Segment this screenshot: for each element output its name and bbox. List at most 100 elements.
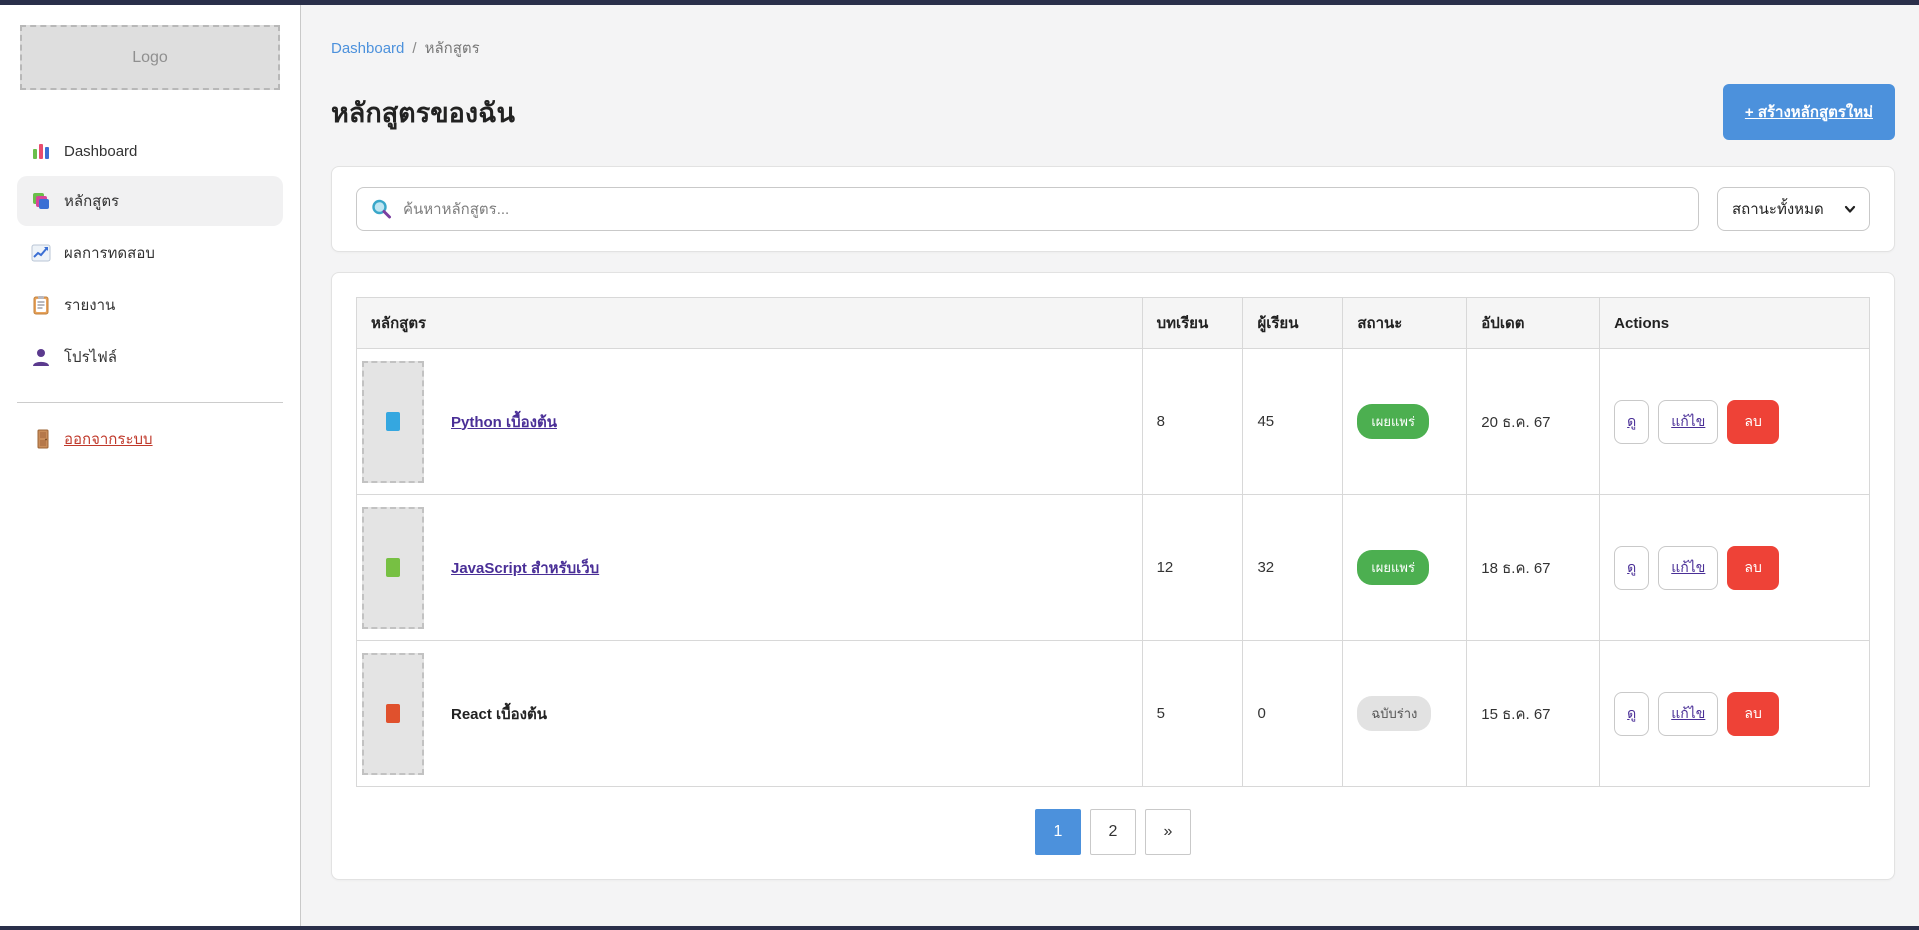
students-count: 45 bbox=[1243, 349, 1343, 495]
course-title[interactable]: Python เบื้องต้น bbox=[451, 410, 557, 434]
view-button[interactable]: ดู bbox=[1614, 692, 1649, 736]
course-cell: React เบื้องต้น bbox=[357, 641, 1143, 787]
column-header-actions: Actions bbox=[1600, 298, 1870, 349]
app-layout: Logo Dashboard หลักสูตร ผลการทดสอบ bbox=[0, 5, 1919, 926]
status-badge: เผยแพร่ bbox=[1357, 550, 1429, 585]
sidebar-item-courses[interactable]: หลักสูตร bbox=[17, 176, 283, 226]
actions-cell: ดู แก้ไข ลบ bbox=[1600, 495, 1870, 641]
sidebar-item-label: รายงาน bbox=[64, 293, 115, 317]
column-header-status: สถานะ bbox=[1343, 298, 1467, 349]
search-input[interactable] bbox=[356, 187, 1699, 231]
books-icon bbox=[31, 191, 51, 211]
course-color-square-icon bbox=[386, 412, 400, 431]
clipboard-icon bbox=[31, 295, 51, 315]
search-wrap bbox=[356, 187, 1699, 231]
column-header-lessons: บทเรียน bbox=[1142, 298, 1243, 349]
status-cell: เผยแพร่ bbox=[1343, 495, 1467, 641]
updated-date: 20 ธ.ค. 67 bbox=[1467, 349, 1600, 495]
door-icon bbox=[34, 429, 52, 449]
breadcrumb-dashboard-link[interactable]: Dashboard bbox=[331, 40, 404, 57]
status-cell: ฉบับร่าง bbox=[1343, 641, 1467, 787]
sidebar-item-dashboard[interactable]: Dashboard bbox=[17, 128, 283, 174]
sidebar-item-label: หลักสูตร bbox=[64, 189, 119, 213]
chevron-down-icon bbox=[1843, 202, 1857, 216]
chart-up-icon bbox=[31, 243, 51, 263]
sidebar: Logo Dashboard หลักสูตร ผลการทดสอบ bbox=[0, 5, 301, 926]
lessons-count: 5 bbox=[1142, 641, 1243, 787]
status-badge: ฉบับร่าง bbox=[1357, 696, 1431, 731]
sidebar-menu: Dashboard หลักสูตร ผลการทดสอบ รายงาน bbox=[20, 128, 280, 382]
status-badge: เผยแพร่ bbox=[1357, 404, 1429, 439]
status-filter-select[interactable]: สถานะทั้งหมด bbox=[1717, 187, 1870, 231]
edit-button[interactable]: แก้ไข bbox=[1658, 546, 1718, 590]
filter-bar: สถานะทั้งหมด bbox=[331, 166, 1895, 252]
lessons-count: 12 bbox=[1142, 495, 1243, 641]
course-cell: JavaScript สำหรับเว็บ bbox=[357, 495, 1143, 641]
course-table-card: หลักสูตร บทเรียน ผู้เรียน สถานะ อัปเดต A… bbox=[331, 272, 1895, 880]
edit-button-label: แก้ไข bbox=[1671, 559, 1705, 575]
breadcrumb-current: หลักสูตร bbox=[425, 40, 480, 57]
main-content: Dashboard / หลักสูตร หลักสูตรของฉัน + สร้า… bbox=[301, 5, 1919, 926]
person-icon bbox=[31, 347, 51, 367]
create-course-button[interactable]: + สร้างหลักสูตรใหม่ bbox=[1723, 84, 1895, 140]
actions-cell: ดู แก้ไขลบ bbox=[1600, 349, 1870, 495]
lessons-count: 8 bbox=[1142, 349, 1243, 495]
column-header-updated: อัปเดต bbox=[1467, 298, 1600, 349]
view-button-label: ดู bbox=[1627, 413, 1636, 429]
bottom-accent-bar bbox=[0, 926, 1919, 930]
delete-button[interactable]: ลบ bbox=[1727, 546, 1778, 590]
delete-button[interactable]: ลบ bbox=[1727, 692, 1778, 736]
view-button[interactable]: ดู bbox=[1614, 400, 1649, 444]
table-header-row: หลักสูตร บทเรียน ผู้เรียน สถานะ อัปเดต A… bbox=[357, 298, 1870, 349]
sidebar-item-test-results[interactable]: ผลการทดสอบ bbox=[17, 228, 283, 278]
view-button-label: ดู bbox=[1627, 705, 1636, 721]
pagination-page-2[interactable]: 2 bbox=[1090, 809, 1136, 855]
course-table: หลักสูตร บทเรียน ผู้เรียน สถานะ อัปเดต A… bbox=[356, 297, 1870, 787]
logout-label: ออกจากระบบ bbox=[64, 427, 153, 451]
sidebar-item-label: Dashboard bbox=[64, 143, 137, 160]
breadcrumb-separator: / bbox=[412, 40, 416, 57]
page-header: หลักสูตรของฉัน + สร้างหลักสูตรใหม่ bbox=[331, 84, 1895, 140]
course-color-square-icon bbox=[386, 558, 400, 577]
course-title: React เบื้องต้น bbox=[451, 702, 547, 726]
breadcrumb: Dashboard / หลักสูตร bbox=[331, 36, 1895, 60]
sidebar-divider bbox=[17, 402, 283, 403]
students-count: 0 bbox=[1243, 641, 1343, 787]
status-filter-value: สถานะทั้งหมด bbox=[1732, 197, 1824, 221]
table-row: JavaScript สำหรับเว็บ 1232 เผยแพร่ 18 ธ.ค. … bbox=[357, 495, 1870, 641]
sidebar-item-label: โปรไฟล์ bbox=[64, 345, 117, 369]
table-row: Python เบื้องต้น 845 เผยแพร่ 20 ธ.ค. 67 ดู แก… bbox=[357, 349, 1870, 495]
delete-button[interactable]: ลบ bbox=[1727, 400, 1778, 444]
pagination-page-1[interactable]: 1 bbox=[1035, 809, 1081, 855]
view-button[interactable]: ดู bbox=[1614, 546, 1649, 590]
edit-button[interactable]: แก้ไข bbox=[1658, 400, 1718, 444]
course-table-body: Python เบื้องต้น845เผยแพร่20 ธ.ค. 67ดูแก… bbox=[357, 349, 1870, 787]
logout-link[interactable]: ออกจากระบบ bbox=[20, 421, 280, 457]
actions-cell: ดู แก้ไข ลบ bbox=[1600, 641, 1870, 787]
pagination-next[interactable]: » bbox=[1145, 809, 1191, 855]
edit-button[interactable]: แก้ไข bbox=[1658, 692, 1718, 736]
course-thumbnail bbox=[362, 653, 424, 775]
bar-chart-icon bbox=[31, 141, 51, 161]
course-thumbnail bbox=[362, 361, 424, 483]
sidebar-item-profile[interactable]: โปรไฟล์ bbox=[17, 332, 283, 382]
updated-date: 15 ธ.ค. 67 bbox=[1467, 641, 1600, 787]
pagination: 1 2 » bbox=[356, 809, 1870, 855]
column-header-students: ผู้เรียน bbox=[1243, 298, 1343, 349]
view-button-label: ดู bbox=[1627, 559, 1636, 575]
sidebar-item-reports[interactable]: รายงาน bbox=[17, 280, 283, 330]
course-title[interactable]: JavaScript สำหรับเว็บ bbox=[451, 556, 599, 580]
updated-date: 18 ธ.ค. 67 bbox=[1467, 495, 1600, 641]
students-count: 32 bbox=[1243, 495, 1343, 641]
edit-button-label: แก้ไข bbox=[1671, 705, 1705, 721]
sidebar-item-label: ผลการทดสอบ bbox=[64, 241, 155, 265]
logo-text: Logo bbox=[132, 49, 168, 67]
course-color-square-icon bbox=[386, 704, 400, 723]
status-cell: เผยแพร่ bbox=[1343, 349, 1467, 495]
logo-placeholder: Logo bbox=[20, 25, 280, 90]
course-cell: Python เบื้องต้น bbox=[357, 349, 1143, 495]
course-thumbnail bbox=[362, 507, 424, 629]
page-title: หลักสูตรของฉัน bbox=[331, 91, 515, 134]
table-row: React เบื้องต้น 50 ฉบับร่าง 15 ธ.ค. 67 ดู แก้… bbox=[357, 641, 1870, 787]
column-header-course: หลักสูตร bbox=[357, 298, 1143, 349]
